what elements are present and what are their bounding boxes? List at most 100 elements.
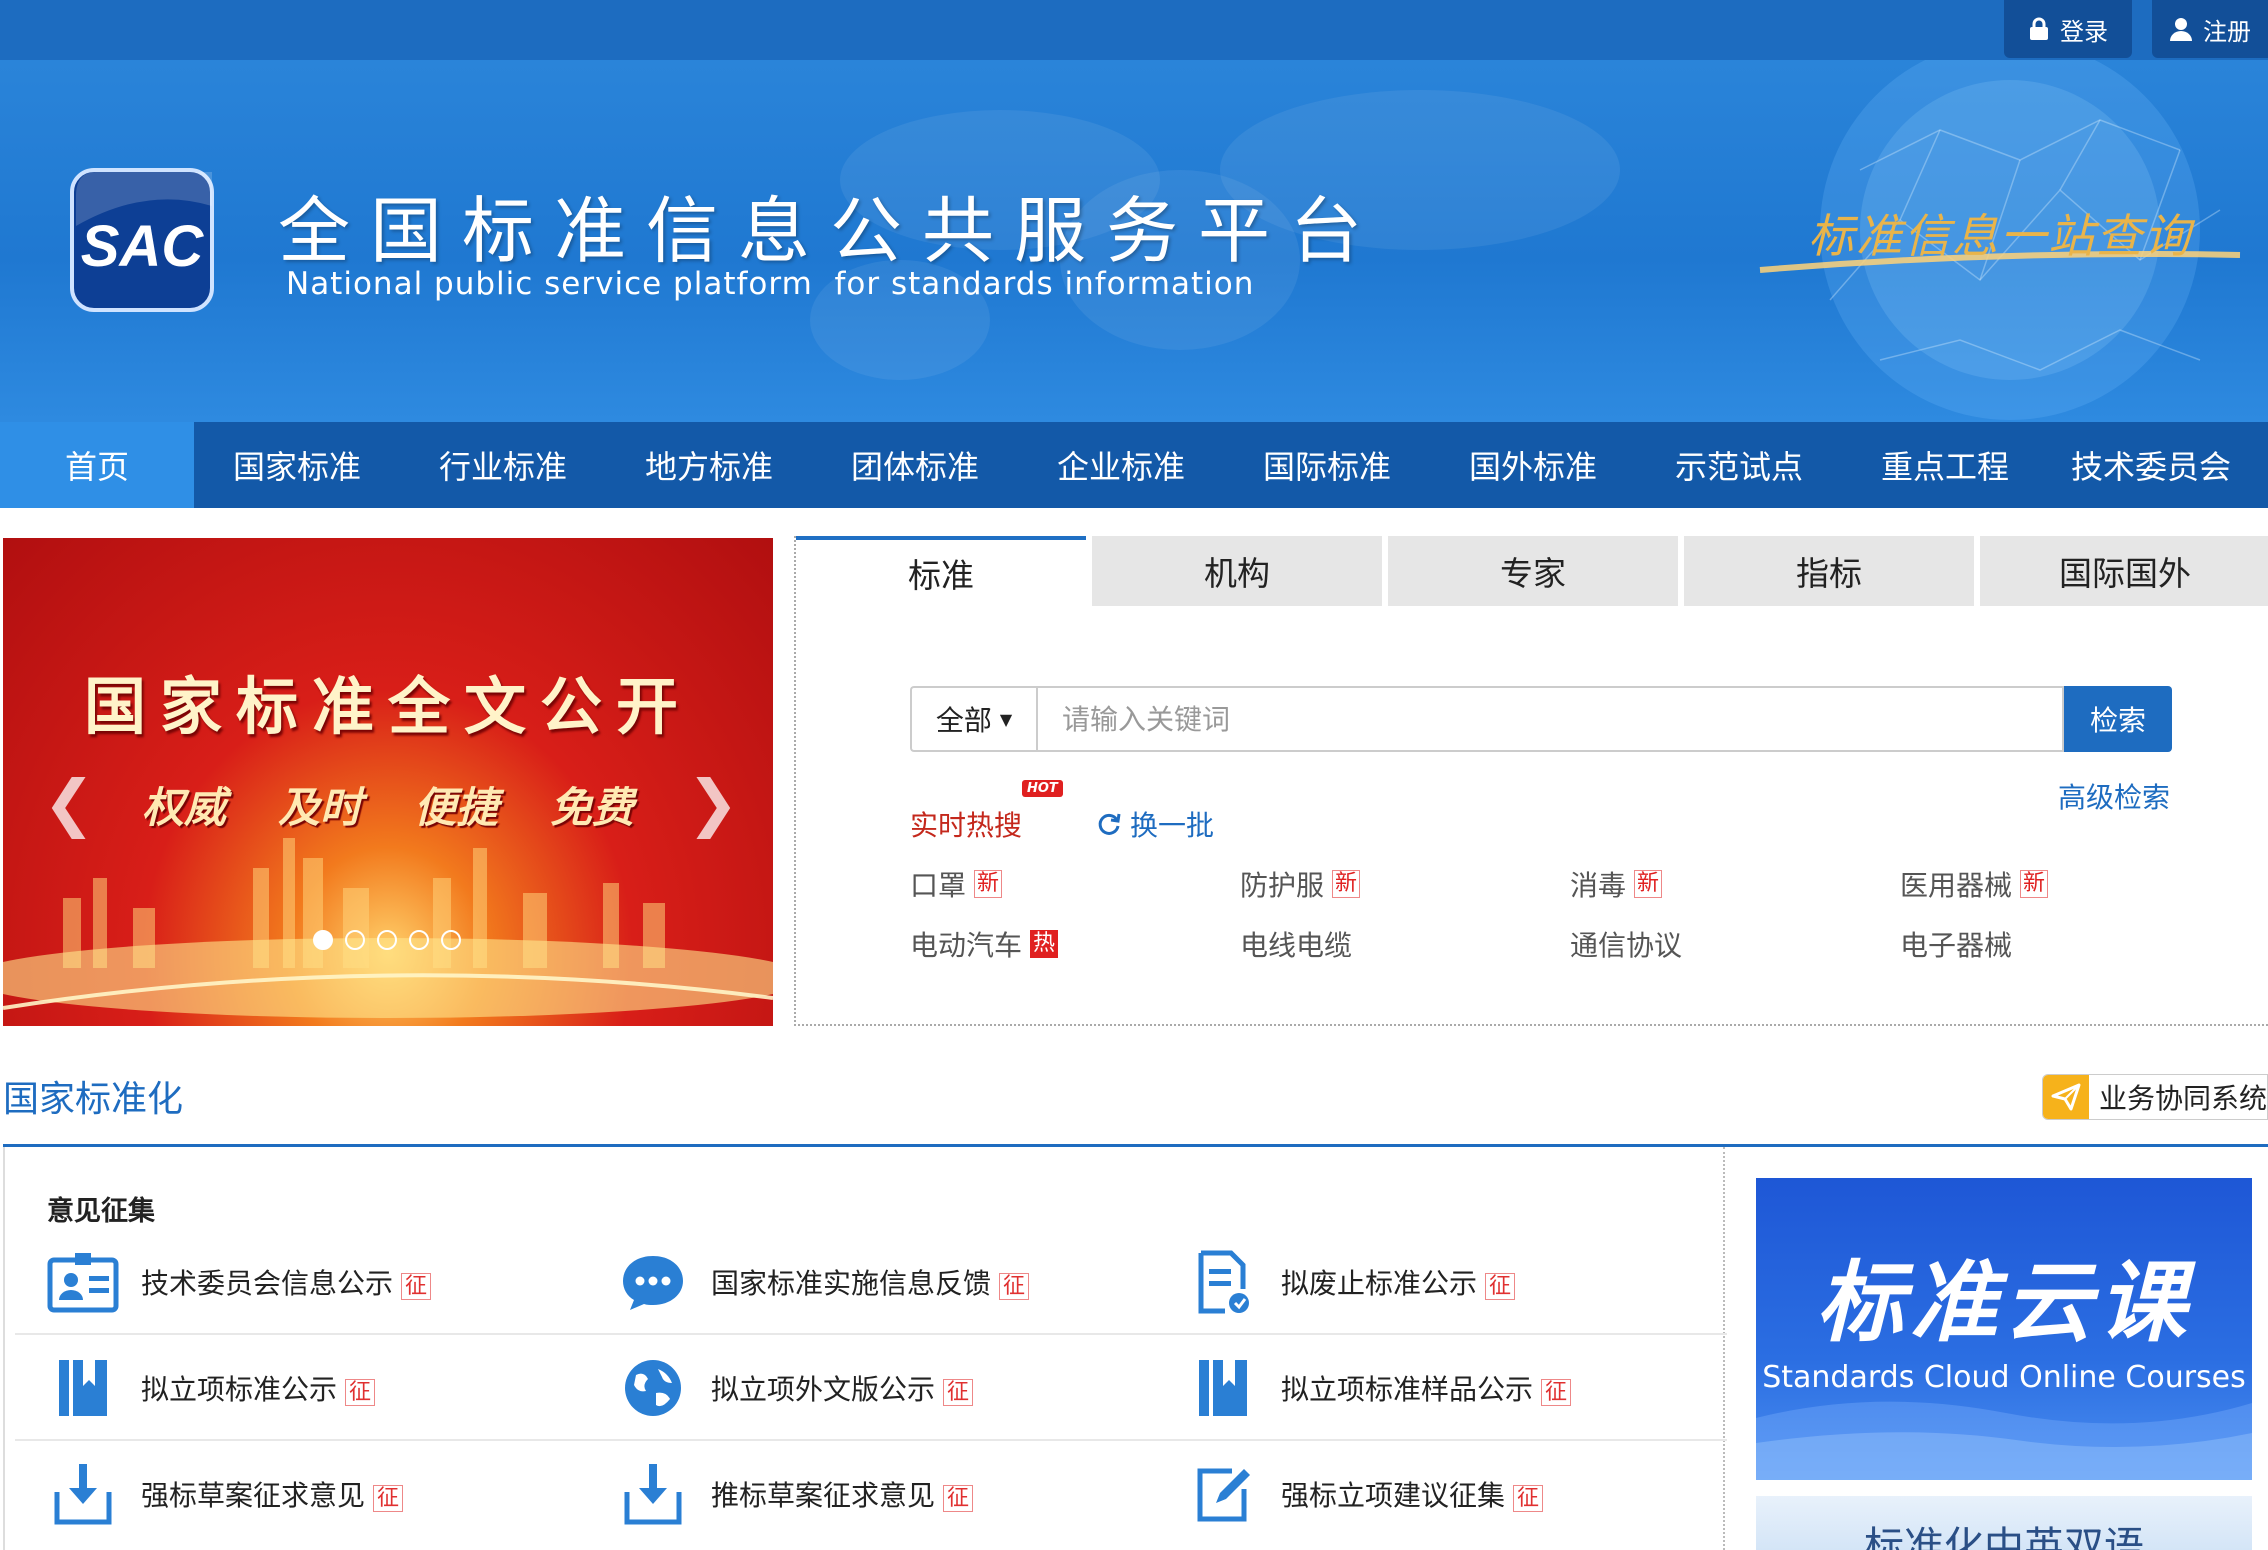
search-button[interactable]: 检索 (2064, 686, 2172, 752)
opinion-item[interactable]: 推标草案征求意见征 (615, 1441, 974, 1547)
carousel-subtitle: 权威 (141, 783, 226, 832)
caret-down-icon: ▼ (999, 709, 1013, 729)
nav-item-group-standards[interactable]: 团体标准 (812, 422, 1018, 508)
download-tray-icon (45, 1456, 121, 1532)
nav-item-tech-committees[interactable]: 技术委员会 (2048, 422, 2254, 508)
new-tag: 新 (974, 870, 1003, 898)
register-label: 注册 (2203, 17, 2251, 46)
tab-indicators[interactable]: 指标 (1684, 536, 1974, 606)
login-label: 登录 (2060, 17, 2108, 46)
hot-search-item[interactable]: 电子器械 (1900, 924, 2230, 964)
tab-experts[interactable]: 专家 (1388, 536, 1678, 606)
tab-international-foreign[interactable]: 国际国外 (1980, 536, 2268, 606)
collab-system-button[interactable]: 业务协同系统 (2042, 1074, 2268, 1120)
carousel-dot[interactable] (377, 930, 397, 950)
opinion-item[interactable]: 拟废止标准公示征 (1185, 1229, 1516, 1335)
nav-item-local-standards[interactable]: 地方标准 (606, 422, 812, 508)
opinion-item[interactable]: 拟立项外文版公示征 (615, 1335, 974, 1441)
nav-item-international-standards[interactable]: 国际标准 (1224, 422, 1430, 508)
hot-search-item[interactable]: 电线电缆 (1240, 924, 1570, 964)
carousel-subtitle: 及时 (277, 783, 362, 832)
nav-item-enterprise-standards[interactable]: 企业标准 (1018, 422, 1224, 508)
hot-search-item[interactable]: 消毒新 (1570, 864, 1900, 904)
opinion-row: 技术委员会信息公示征 国家标准实施信息反馈征 拟废止标准公示征 (15, 1229, 1727, 1335)
hot-search-label: 实时热搜 HOT (910, 780, 1063, 844)
login-button[interactable]: 登录 (2004, 0, 2132, 58)
solicit-tag: 征 (401, 1273, 432, 1300)
nav-item-home[interactable]: 首页 (0, 422, 194, 508)
opinion-item[interactable]: 拟立项标准公示征 (45, 1335, 376, 1441)
solicit-tag: 征 (1513, 1485, 1544, 1512)
hot-item-label: 电线电缆 (1240, 929, 1353, 962)
bookmark-book-icon (1185, 1350, 1261, 1426)
site-title: 全国标准信息公共服务平台 (278, 189, 1383, 273)
hot-item-label: 防护服 (1240, 869, 1325, 902)
hot-item-label: 医用器械 (1900, 869, 2013, 902)
carousel-dots (313, 930, 461, 950)
refresh-button[interactable]: 换一批 (1096, 804, 1214, 844)
hot-search-item[interactable]: 电动汽车热 (910, 924, 1240, 964)
bilingual-banner[interactable]: 标准化中英双语 (1756, 1496, 2252, 1550)
hot-search-item[interactable]: 口罩新 (910, 864, 1240, 904)
carousel-dot[interactable] (441, 930, 461, 950)
carousel-subtitle: 免费 (550, 783, 635, 832)
sac-logo: SAC (70, 168, 214, 312)
cloud-course-subtitle: Standards Cloud Online Courses (1762, 1360, 2246, 1395)
bilingual-banner-title: 标准化中英双语 (1864, 1524, 2144, 1550)
refresh-icon (1098, 813, 1121, 835)
logo-text: SAC (81, 214, 205, 279)
paper-plane-icon (2043, 1075, 2089, 1119)
opinion-label: 推标草案征求意见征 (711, 1474, 974, 1514)
tab-standards[interactable]: 标准 (796, 536, 1086, 606)
hot-item-label: 通信协议 (1570, 929, 1683, 962)
nav-item-key-projects[interactable]: 重点工程 (1842, 422, 2048, 508)
search-panel: 标准 机构 专家 指标 国际国外 全部 ▼ 检索 高级检索 实时热搜 HOT 换… (794, 536, 2268, 1026)
nav-item-demo-pilots[interactable]: 示范试点 (1636, 422, 1842, 508)
user-icon (2170, 18, 2192, 41)
collab-label: 业务协同系统 (2098, 1082, 2267, 1115)
opinion-item[interactable]: 国家标准实施信息反馈征 (615, 1229, 1030, 1335)
solicit-tag: 征 (373, 1485, 404, 1512)
carousel-dot[interactable] (345, 930, 365, 950)
opinion-label: 拟废止标准公示征 (1281, 1262, 1516, 1302)
hot-tag: 热 (1030, 930, 1059, 958)
new-tag: 新 (1332, 870, 1361, 898)
carousel-dot[interactable] (313, 930, 333, 950)
hot-search-item[interactable]: 医用器械新 (1900, 864, 2230, 904)
opinion-label: 强标立项建议征集征 (1281, 1474, 1544, 1514)
opinion-label: 强标草案征求意见征 (141, 1474, 404, 1514)
search-input[interactable] (1036, 686, 2064, 752)
hot-search-item[interactable]: 防护服新 (1240, 864, 1570, 904)
download-tray-icon (615, 1456, 691, 1532)
carousel-dot[interactable] (409, 930, 429, 950)
hot-search-header: 实时热搜 HOT 换一批 (910, 780, 1214, 844)
nav-item-national-standards[interactable]: 国家标准 (194, 422, 400, 508)
opinion-item[interactable]: 强标立项建议征集征 (1185, 1441, 1544, 1547)
opinion-item[interactable]: 强标草案征求意见征 (45, 1441, 404, 1547)
hot-item-label: 消毒 (1570, 869, 1627, 902)
nav-item-foreign-standards[interactable]: 国外标准 (1430, 422, 1636, 508)
opinion-label: 技术委员会信息公示征 (141, 1262, 432, 1302)
opinion-panel: 意见征集 技术委员会信息公示征 国家标准实施信息反馈征 拟废止标准公示征 拟立项… (3, 1147, 1727, 1550)
carousel-prev-icon[interactable]: ❮ (43, 766, 95, 839)
cloud-course-banner[interactable]: 标准云课 Standards Cloud Online Courses (1756, 1178, 2252, 1480)
hot-item-label: 电子器械 (1900, 929, 2013, 962)
nav-item-industry-standards[interactable]: 行业标准 (400, 422, 606, 508)
promo-carousel[interactable]: 国家标准全文公开 权威 及时 便捷 免费 ❮ ❯ (3, 538, 773, 1026)
id-card-icon (45, 1244, 121, 1320)
advanced-search-link[interactable]: 高级检索 (2058, 776, 2170, 816)
opinion-item[interactable]: 技术委员会信息公示征 (45, 1229, 432, 1335)
tab-organizations[interactable]: 机构 (1092, 536, 1382, 606)
solicit-tag: 征 (943, 1485, 974, 1512)
site-banner: SAC 全国标准信息公共服务平台 National public service… (0, 60, 2268, 422)
globe-icon (615, 1350, 691, 1426)
opinion-item[interactable]: 拟立项标准样品公示征 (1185, 1335, 1572, 1441)
hot-search-item[interactable]: 通信协议 (1570, 924, 1900, 964)
hot-search-list: 口罩新 防护服新 消毒新 医用器械新 电动汽车热 电线电缆 通信协议 电子器械 (910, 864, 2230, 964)
opinion-title: 意见征集 (47, 1196, 155, 1227)
main-nav: 首页 国家标准 行业标准 地方标准 团体标准 企业标准 国际标准 国外标准 示范… (0, 422, 2268, 508)
new-tag: 新 (2020, 870, 2049, 898)
carousel-next-icon[interactable]: ❯ (687, 766, 739, 839)
scope-dropdown[interactable]: 全部 ▼ (910, 686, 1036, 752)
register-button[interactable]: 注册 (2152, 0, 2268, 58)
